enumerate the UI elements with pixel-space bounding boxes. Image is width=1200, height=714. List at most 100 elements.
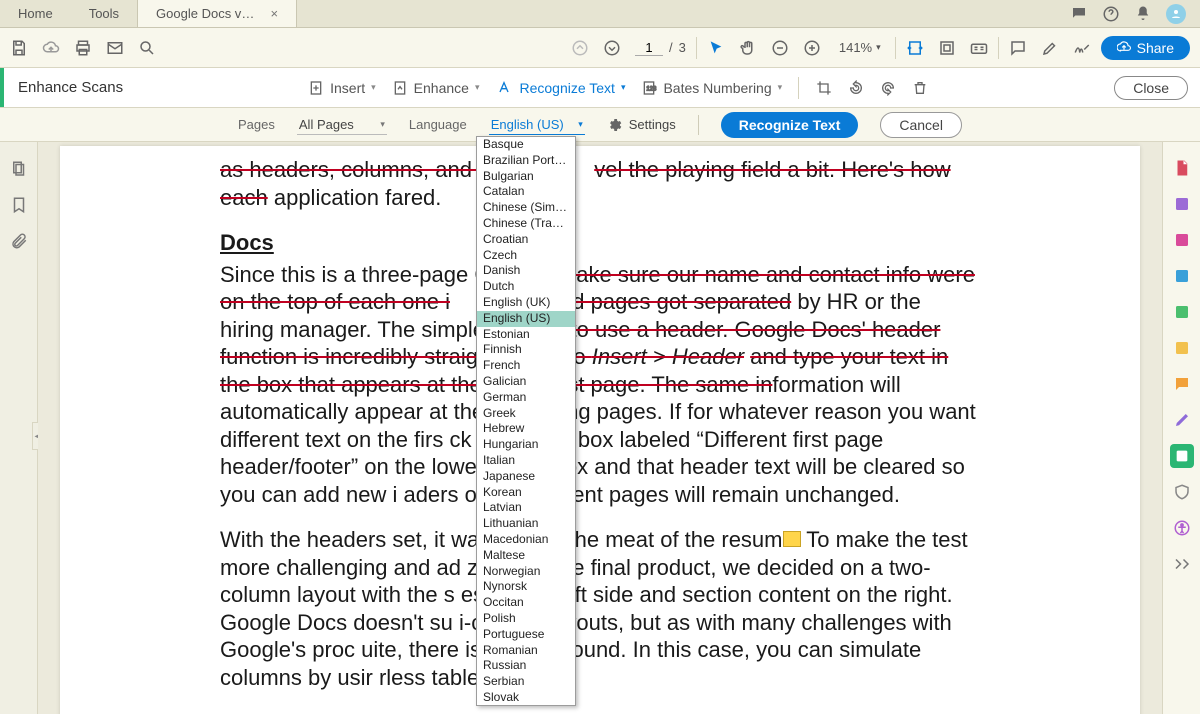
- page-current-input[interactable]: [635, 40, 663, 56]
- language-option[interactable]: Dutch: [477, 279, 575, 295]
- language-option[interactable]: Korean: [477, 485, 575, 501]
- language-option[interactable]: Slovak: [477, 690, 575, 706]
- combine-icon[interactable]: [1170, 264, 1194, 288]
- tab-tools[interactable]: Tools: [71, 0, 137, 27]
- page-down-icon[interactable]: [603, 39, 621, 57]
- read-mode-icon[interactable]: [970, 39, 988, 57]
- hand-icon[interactable]: [739, 39, 757, 57]
- language-option[interactable]: Norwegian: [477, 564, 575, 580]
- language-option[interactable]: English (UK): [477, 295, 575, 311]
- fit-page-icon[interactable]: [938, 39, 956, 57]
- language-option[interactable]: Maltese: [477, 548, 575, 564]
- language-option[interactable]: Chinese (Traditio…: [477, 216, 575, 232]
- more-tools-icon[interactable]: [1170, 552, 1194, 576]
- language-option[interactable]: Hebrew: [477, 421, 575, 437]
- attachment-icon[interactable]: [10, 232, 28, 250]
- language-option[interactable]: Bulgarian: [477, 169, 575, 185]
- language-option[interactable]: Finnish: [477, 342, 575, 358]
- settings-button[interactable]: Settings: [607, 117, 676, 133]
- language-option[interactable]: Romanian: [477, 643, 575, 659]
- scan-accent: [0, 68, 4, 107]
- highlight-icon[interactable]: [1041, 39, 1059, 57]
- trash-icon[interactable]: [911, 79, 929, 97]
- protect-icon[interactable]: [1170, 480, 1194, 504]
- bates-menu[interactable]: 123 Bates Numbering▾: [641, 80, 782, 96]
- language-option[interactable]: Nynorsk: [477, 579, 575, 595]
- tab-document[interactable]: Google Docs vs…. ×: [137, 0, 297, 27]
- user-avatar[interactable]: [1166, 4, 1186, 24]
- language-label: Language: [409, 117, 467, 132]
- insert-menu[interactable]: Insert▾: [308, 80, 376, 96]
- share-button[interactable]: Share: [1101, 36, 1190, 60]
- arrow-cursor-icon[interactable]: [707, 39, 725, 57]
- recognize-text-menu[interactable]: Recognize Text▾: [495, 80, 625, 96]
- rotate-ccw-icon[interactable]: [847, 79, 865, 97]
- language-option[interactable]: Macedonian: [477, 532, 575, 548]
- create-pdf-icon[interactable]: [1170, 156, 1194, 180]
- sticky-note-icon[interactable]: [783, 531, 801, 547]
- language-option[interactable]: Japanese: [477, 469, 575, 485]
- language-option[interactable]: Galician: [477, 374, 575, 390]
- language-option[interactable]: Russian: [477, 658, 575, 674]
- language-option[interactable]: Lithuanian: [477, 516, 575, 532]
- export-pdf-icon[interactable]: [1170, 228, 1194, 252]
- comment-icon[interactable]: [1009, 39, 1027, 57]
- accessibility-icon[interactable]: [1170, 516, 1194, 540]
- language-option[interactable]: Portuguese: [477, 627, 575, 643]
- zoom-level[interactable]: 141% ▾: [835, 40, 885, 55]
- language-option[interactable]: Basque: [477, 137, 575, 153]
- language-option[interactable]: Czech: [477, 248, 575, 264]
- crop-icon[interactable]: [815, 79, 833, 97]
- zoom-in-icon[interactable]: [803, 39, 821, 57]
- zoom-out-icon[interactable]: [771, 39, 789, 57]
- language-option[interactable]: Latvian: [477, 500, 575, 516]
- page-up-icon[interactable]: [571, 39, 589, 57]
- pages-select[interactable]: All Pages▾: [297, 115, 387, 135]
- send-comments-icon[interactable]: [1170, 336, 1194, 360]
- language-option[interactable]: French: [477, 358, 575, 374]
- language-option[interactable]: Greek: [477, 406, 575, 422]
- language-option[interactable]: Danish: [477, 263, 575, 279]
- language-option[interactable]: Catalan: [477, 184, 575, 200]
- fill-sign-icon[interactable]: [1170, 408, 1194, 432]
- enhance-menu[interactable]: Enhance▾: [392, 80, 480, 96]
- language-option[interactable]: Croatian: [477, 232, 575, 248]
- language-option[interactable]: German: [477, 390, 575, 406]
- language-option[interactable]: Italian: [477, 453, 575, 469]
- language-option[interactable]: Estonian: [477, 327, 575, 343]
- language-option[interactable]: Chinese (Simplifi…: [477, 200, 575, 216]
- fit-width-icon[interactable]: [906, 39, 924, 57]
- chat-icon[interactable]: [1070, 5, 1088, 23]
- close-icon[interactable]: ×: [270, 6, 278, 21]
- print-icon[interactable]: [74, 39, 92, 57]
- rotate-cw-icon[interactable]: [879, 79, 897, 97]
- language-option[interactable]: Polish: [477, 611, 575, 627]
- bell-icon[interactable]: [1134, 5, 1152, 23]
- language-option[interactable]: Occitan: [477, 595, 575, 611]
- language-select[interactable]: English (US)▾: [489, 115, 585, 135]
- edit-pdf-icon[interactable]: [1170, 192, 1194, 216]
- signature-icon[interactable]: [1073, 39, 1091, 57]
- language-dropdown[interactable]: BasqueBrazilian Portugu…BulgarianCatalan…: [476, 136, 576, 706]
- recognize-text-button[interactable]: Recognize Text: [721, 112, 859, 138]
- comment-tool-icon[interactable]: [1170, 372, 1194, 396]
- organize-icon[interactable]: [1170, 300, 1194, 324]
- search-icon[interactable]: [138, 39, 156, 57]
- cloud-upload-icon[interactable]: [42, 39, 60, 57]
- language-option[interactable]: Hungarian: [477, 437, 575, 453]
- mail-icon[interactable]: [106, 39, 124, 57]
- close-button[interactable]: Close: [1114, 76, 1188, 100]
- tab-home[interactable]: Home: [0, 0, 71, 27]
- thumbnails-icon[interactable]: [10, 160, 28, 178]
- help-icon[interactable]: [1102, 5, 1120, 23]
- cancel-button[interactable]: Cancel: [880, 112, 962, 138]
- save-icon[interactable]: [10, 39, 28, 57]
- recognize-options: Pages All Pages▾ Language English (US)▾ …: [0, 108, 1200, 142]
- enhance-scans-icon[interactable]: [1170, 444, 1194, 468]
- bookmark-icon[interactable]: [10, 196, 28, 214]
- document-viewport[interactable]: as headers, columns, and bu vel the play…: [38, 142, 1162, 714]
- language-option[interactable]: Serbian: [477, 674, 575, 690]
- left-rail: ◂: [0, 142, 38, 714]
- language-option[interactable]: English (US): [477, 311, 575, 327]
- language-option[interactable]: Brazilian Portugu…: [477, 153, 575, 169]
